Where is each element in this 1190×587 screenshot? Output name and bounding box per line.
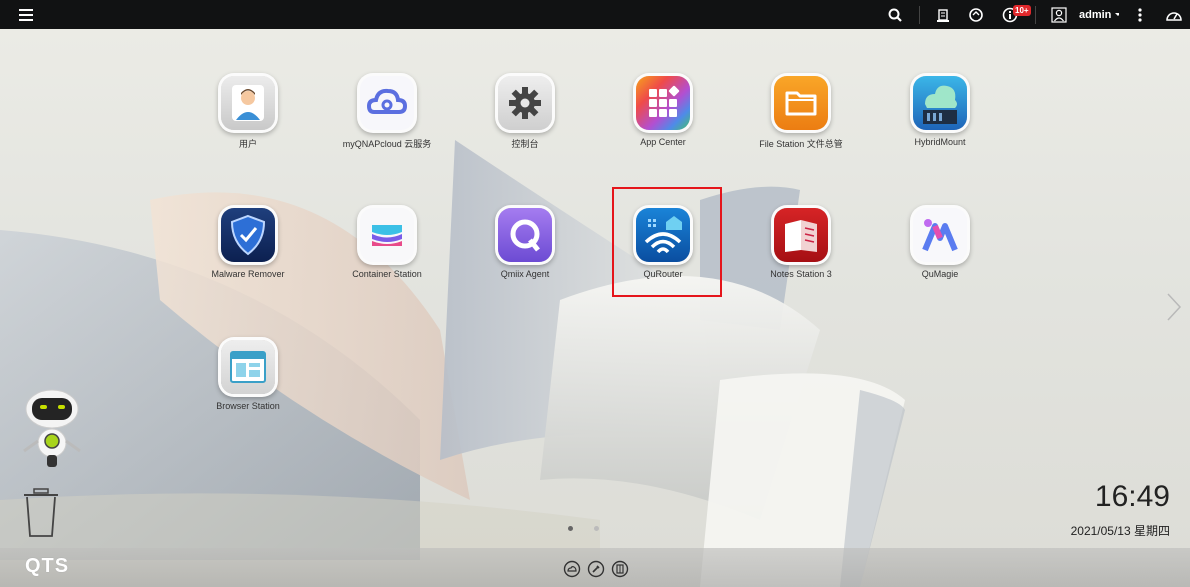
page-indicator-1[interactable] <box>568 526 573 531</box>
clock-date: 2021/05/13 星期四 <box>1070 524 1170 538</box>
app-label: File Station 文件总管 <box>759 139 843 149</box>
highlight-box <box>612 187 722 297</box>
notification-badge: 10+ <box>1013 5 1031 16</box>
app-label: myQNAPcloud 云服务 <box>342 139 432 149</box>
app-app-center[interactable]: App Center <box>588 76 738 147</box>
app-label: Container Station <box>352 269 422 279</box>
app-label: Qmiix Agent <box>500 269 550 279</box>
shield-icon <box>221 208 275 262</box>
app-notes-station[interactable]: Notes Station 3 <box>726 208 876 279</box>
storage-icon[interactable] <box>611 560 629 578</box>
user-name: admin <box>1079 8 1112 21</box>
app-malware-remover[interactable]: Malware Remover <box>173 208 323 279</box>
app-container-station[interactable]: Container Station <box>312 208 462 279</box>
sync-icon[interactable] <box>964 0 988 29</box>
search-icon[interactable] <box>883 0 907 29</box>
chevron-right-icon[interactable] <box>1166 292 1182 322</box>
app-label: App Center <box>640 137 686 147</box>
user-menu[interactable]: admin <box>1079 0 1119 29</box>
folder-icon <box>774 76 828 130</box>
robot-assistant-icon[interactable] <box>18 389 86 469</box>
app-label: HybridMount <box>914 137 966 147</box>
notes-icon <box>774 208 828 262</box>
cloud-link-icon[interactable] <box>563 560 581 578</box>
hybridmount-icon <box>913 76 967 130</box>
users-icon <box>221 76 275 130</box>
more-options-icon[interactable] <box>1129 0 1151 29</box>
user-avatar-icon[interactable] <box>1047 0 1071 29</box>
app-label: Notes Station 3 <box>770 269 832 279</box>
browser-icon <box>221 340 275 394</box>
trash-icon[interactable] <box>23 488 59 538</box>
app-hybridmount[interactable]: HybridMount <box>865 76 1015 147</box>
clock-time: 16:49 <box>1094 480 1170 513</box>
container-icon <box>360 208 414 262</box>
app-label: Malware Remover <box>211 269 285 279</box>
top-bar: 10+ admin <box>0 0 1190 29</box>
app-qumagie[interactable]: QuMagie <box>865 208 1015 279</box>
app-users[interactable]: 用户 <box>173 76 323 150</box>
gear-icon <box>498 76 552 130</box>
background-tasks-icon[interactable] <box>931 0 955 29</box>
app-center-icon <box>636 76 690 130</box>
app-myqnapcloud[interactable]: myQNAPcloud 云服务 <box>312 76 462 150</box>
menu-icon[interactable] <box>14 0 38 29</box>
app-browser-station[interactable]: Browser Station <box>173 340 323 411</box>
qts-logo: QTS <box>25 555 70 577</box>
page-indicator-2[interactable] <box>594 526 599 531</box>
app-label: 用户 <box>238 139 257 149</box>
desktop: 10+ admin 用户 myQNAPcloud 云服务 控制台 App Cen… <box>0 0 1190 587</box>
chevron-down-icon <box>1115 12 1119 16</box>
qmiix-icon <box>498 208 552 262</box>
tools-icon[interactable] <box>587 560 605 578</box>
app-file-station[interactable]: File Station 文件总管 <box>726 76 876 150</box>
app-qmiix-agent[interactable]: Qmiix Agent <box>450 208 600 279</box>
app-label: QuMagie <box>921 269 959 279</box>
cloud-icon <box>360 76 414 130</box>
dashboard-icon[interactable] <box>1162 0 1186 29</box>
app-label: Browser Station <box>216 401 280 411</box>
app-control-panel[interactable]: 控制台 <box>450 76 600 150</box>
qumagie-icon <box>913 208 967 262</box>
app-label: 控制台 <box>511 139 539 149</box>
